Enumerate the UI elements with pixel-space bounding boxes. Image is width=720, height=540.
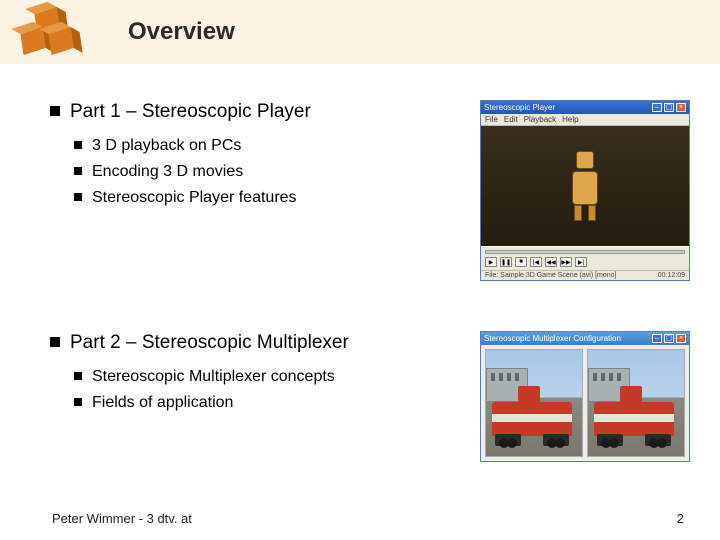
thumbnail-multiplexer: Stereoscopic Multiplexer Configuration –… xyxy=(480,331,690,462)
list-item: 3 D playback on PCs xyxy=(74,135,460,157)
slide-title: Overview xyxy=(128,18,235,46)
square-bullet-icon xyxy=(74,372,82,380)
square-bullet-icon xyxy=(50,337,60,347)
list-item-text: Fields of application xyxy=(92,392,233,414)
menu-item: Help xyxy=(562,115,578,124)
window-titlebar: Stereoscopic Player – ▢ × xyxy=(481,101,689,114)
forward-icon: ▶▶ xyxy=(560,257,572,267)
slide-footer: Peter Wimmer - 3 dtv. at 2 xyxy=(0,504,720,540)
seek-slider xyxy=(485,250,685,254)
list-item-text: Stereoscopic Multiplexer concepts xyxy=(92,366,335,388)
maximize-icon: ▢ xyxy=(664,103,674,112)
minimize-icon: – xyxy=(652,103,662,112)
status-time: 00:12:09 xyxy=(658,272,685,279)
slide-body: Part 1 – Stereoscopic Player 3 D playbac… xyxy=(50,100,690,480)
list-item-text: Encoding 3 D movies xyxy=(92,161,243,183)
list-item-text: 3 D playback on PCs xyxy=(92,135,241,157)
prev-icon: |◀ xyxy=(530,257,542,267)
square-bullet-icon xyxy=(74,141,82,149)
menu-item: File xyxy=(485,115,498,124)
bullet-part1: Part 1 – Stereoscopic Player xyxy=(50,100,460,125)
page-number: 2 xyxy=(677,511,684,526)
status-text: File: Sample 3D Game Scene (avi) [mono] xyxy=(485,272,617,279)
list-item-text: Stereoscopic Player features xyxy=(92,187,297,209)
bullet-part2: Part 2 – Stereoscopic Multiplexer xyxy=(50,331,460,356)
right-eye-frame xyxy=(587,349,685,457)
list-item: Stereoscopic Multiplexer concepts xyxy=(74,366,460,388)
square-bullet-icon xyxy=(74,167,82,175)
rewind-icon: ◀◀ xyxy=(545,257,557,267)
video-viewport xyxy=(481,126,689,246)
stop-icon: ■ xyxy=(515,257,527,267)
close-icon: × xyxy=(676,334,686,343)
app-window-player: Stereoscopic Player – ▢ × File Edit Play… xyxy=(480,100,690,281)
close-icon: × xyxy=(676,103,686,112)
bullet-text: Part 1 – Stereoscopic Player xyxy=(70,100,311,125)
menu-item: Edit xyxy=(504,115,518,124)
status-bar: File: Sample 3D Game Scene (avi) [mono] … xyxy=(481,270,689,280)
stereo-preview xyxy=(481,345,689,461)
play-icon: ▶ xyxy=(485,257,497,267)
list-item: Stereoscopic Player features xyxy=(74,187,460,209)
maximize-icon: ▢ xyxy=(664,334,674,343)
list-item: Encoding 3 D movies xyxy=(74,161,460,183)
list-item: Fields of application xyxy=(74,392,460,414)
minimize-icon: – xyxy=(652,334,662,343)
window-title: Stereoscopic Player xyxy=(484,103,555,112)
player-controls: ▶ ❚❚ ■ |◀ ◀◀ ▶▶ ▶| xyxy=(481,246,689,270)
robot-figure xyxy=(565,151,605,221)
menu-item: Playback xyxy=(524,115,556,124)
footer-author: Peter Wimmer - 3 dtv. at xyxy=(52,511,192,526)
section-part2: Part 2 – Stereoscopic Multiplexer Stereo… xyxy=(50,331,690,462)
window-menubar: File Edit Playback Help xyxy=(481,114,689,126)
square-bullet-icon xyxy=(50,106,60,116)
left-eye-frame xyxy=(485,349,583,457)
thumbnail-player: Stereoscopic Player – ▢ × File Edit Play… xyxy=(480,100,690,281)
square-bullet-icon xyxy=(74,193,82,201)
square-bullet-icon xyxy=(74,398,82,406)
slide-header: Overview xyxy=(0,0,720,64)
app-window-multiplexer: Stereoscopic Multiplexer Configuration –… xyxy=(480,331,690,462)
bullet-text: Part 2 – Stereoscopic Multiplexer xyxy=(70,331,349,356)
section-part1: Part 1 – Stereoscopic Player 3 D playbac… xyxy=(50,100,690,281)
pause-icon: ❚❚ xyxy=(500,257,512,267)
logo-cubes xyxy=(20,8,80,56)
next-icon: ▶| xyxy=(575,257,587,267)
window-titlebar: Stereoscopic Multiplexer Configuration –… xyxy=(481,332,689,345)
window-title: Stereoscopic Multiplexer Configuration xyxy=(484,334,621,343)
